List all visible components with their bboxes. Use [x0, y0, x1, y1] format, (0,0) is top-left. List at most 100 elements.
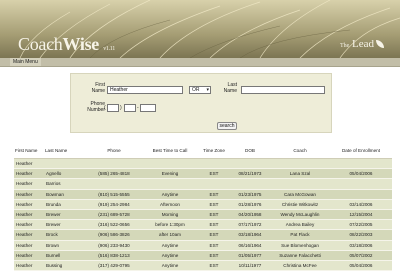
first-name-cell: Heather — [14, 189, 44, 200]
best-time-cell: after 10am — [142, 229, 198, 241]
last-name-cell: Agnello — [44, 168, 86, 180]
first-name-cell: Heather — [14, 229, 44, 241]
phone-close-paren: ) — [120, 105, 122, 111]
last-name-label: Last Name — [223, 82, 237, 94]
table-row[interactable]: Heather Bowman (810) 515-5555 Anytime EST 01/… — [14, 189, 392, 200]
results-table: First Name Last Name Phone Best Time to … — [14, 143, 392, 271]
column-header-enrollment[interactable]: Date of Enrollment — [330, 143, 392, 159]
best-time-cell — [142, 158, 198, 170]
coach-cell — [270, 158, 330, 170]
coach-cell: Christie Witkowitz — [270, 199, 330, 210]
search-button[interactable]: search — [217, 122, 237, 130]
column-header-coach[interactable]: Coach — [270, 143, 330, 159]
phone-cell: (906) 586-3826 — [86, 229, 142, 241]
last-name-input[interactable] — [241, 86, 325, 94]
last-name-cell: Burnell — [44, 250, 86, 261]
table-row[interactable]: Heather Brewer (316) 522-0656 before 1:30pm… — [14, 219, 392, 231]
phone-cell: (919) 254-2984 — [86, 199, 142, 210]
phone-cell: (317) 429-0795 — [86, 260, 142, 271]
phone-open-paren: ( — [104, 105, 106, 111]
column-header-last-name[interactable]: Last Name — [44, 143, 86, 159]
first-name-cell: Heather — [14, 209, 44, 221]
phone-area-input[interactable] — [107, 104, 119, 112]
last-name-cell: Brewer — [44, 209, 86, 221]
operator-value: OR — [192, 87, 200, 93]
table-row[interactable]: Heather — [14, 158, 392, 170]
dob-cell: 03/18/1964 — [230, 229, 270, 241]
first-name-label: First Name — [91, 82, 105, 94]
column-header-dob[interactable]: DOB — [230, 143, 270, 159]
best-time-cell: Morning — [142, 209, 198, 221]
brand-text: Lead — [352, 38, 374, 50]
column-header-first-name[interactable]: First Name — [14, 143, 44, 159]
last-name-cell — [44, 158, 86, 170]
coach-cell: Christina McFee — [270, 260, 330, 271]
column-header-best-time[interactable]: Best Time to Call — [142, 143, 198, 159]
phone-cell: (231) 689-5728 — [86, 209, 142, 221]
column-header-time-zone[interactable]: Time Zone — [198, 143, 230, 159]
table-row[interactable]: Heather Brock (906) 586-3826 after 10am EST 0… — [14, 229, 392, 241]
table-row[interactable]: Heather Burnell (516) 838-1213 Anytime EST 01… — [14, 250, 392, 261]
logo-text-bold: Wise — [62, 34, 100, 54]
table-row[interactable]: Heather Brown (906) 233-9430 Anytime EST 06/1… — [14, 240, 392, 251]
best-time-cell: before 1:30pm — [142, 219, 198, 231]
column-header-phone[interactable]: Phone — [86, 143, 142, 159]
table-row[interactable]: Heather Brunda (919) 254-2984 Afternoon EST 0… — [14, 199, 392, 210]
time-zone-cell: EST — [198, 219, 230, 231]
time-zone-cell: EST — [198, 209, 230, 221]
table-row[interactable]: Heather Agnello (585) 265-4818 Evening EST 08… — [14, 168, 392, 180]
time-zone-cell: EST — [198, 189, 230, 200]
phone-cell: (516) 838-1213 — [86, 250, 142, 261]
last-name-cell: Brunda — [44, 199, 86, 210]
time-zone-cell: EST — [198, 229, 230, 241]
chevron-down-icon: ▾ — [206, 87, 209, 93]
dob-cell: 01/28/1976 — [230, 199, 270, 210]
dob-cell: 08/21/1973 — [230, 168, 270, 180]
enrollment-cell: 08/22/2003 — [330, 229, 392, 241]
phone-label: Phone Number — [87, 101, 105, 113]
phone-cell — [86, 158, 142, 170]
first-name-cell: Heather — [14, 240, 44, 251]
time-zone-cell: EST — [198, 168, 230, 180]
first-name-cell: Heather — [14, 168, 44, 180]
best-time-cell: Evening — [142, 168, 198, 180]
app-header: CoachWise v1.11 The Lead — [0, 0, 400, 58]
operator-select[interactable]: OR ▾ — [189, 86, 211, 94]
dob-cell: 10/11/1977 — [230, 260, 270, 271]
logo-text: Coach — [18, 34, 63, 54]
phone-cell: (316) 522-0656 — [86, 219, 142, 231]
best-time-cell: Anytime — [142, 260, 198, 271]
time-zone-cell: EST — [198, 250, 230, 261]
enrollment-cell: 05/04/2006 — [330, 260, 392, 271]
best-time-cell: Anytime — [142, 189, 198, 200]
time-zone-cell — [198, 158, 230, 170]
dob-cell: 04/20/1958 — [230, 209, 270, 221]
main-menu-link[interactable]: Main Menu — [10, 58, 41, 66]
coach-cell: Pat Flack — [270, 229, 330, 241]
enrollment-cell — [330, 189, 392, 200]
first-name-cell: Heather — [14, 178, 44, 190]
dob-cell: 06/16/1964 — [230, 240, 270, 251]
enrollment-cell: 07/22/2005 — [330, 219, 392, 231]
phone-cell: (810) 515-5555 — [86, 189, 142, 200]
last-name-cell: Brewer — [44, 219, 86, 231]
table-row[interactable]: Heather Brewer (231) 689-5728 Morning EST 04/… — [14, 209, 392, 221]
phone-cell — [86, 178, 142, 190]
coach-cell — [270, 178, 330, 190]
first-name-cell: Heather — [14, 250, 44, 261]
last-name-cell: Brock — [44, 229, 86, 241]
table-row[interactable]: Heather Bussing (317) 429-0795 Anytime EST 10… — [14, 260, 392, 271]
phone-line-input[interactable] — [140, 104, 156, 112]
table-row[interactable]: Heather Barrios — [14, 178, 392, 190]
phone-cell: (585) 265-4818 — [86, 168, 142, 180]
first-name-cell: Heather — [14, 260, 44, 271]
coach-cell: Lana Szal — [270, 168, 330, 180]
coach-cell: Wendy McLaughlin — [270, 209, 330, 221]
first-name-input[interactable]: Heather — [107, 86, 183, 94]
last-name-cell: Barrios — [44, 178, 86, 190]
time-zone-cell — [198, 178, 230, 190]
enrollment-cell: 05/07/2002 — [330, 250, 392, 261]
enrollment-cell: 03/18/2006 — [330, 240, 392, 251]
phone-prefix-input[interactable] — [124, 104, 136, 112]
last-name-cell: Brown — [44, 240, 86, 251]
